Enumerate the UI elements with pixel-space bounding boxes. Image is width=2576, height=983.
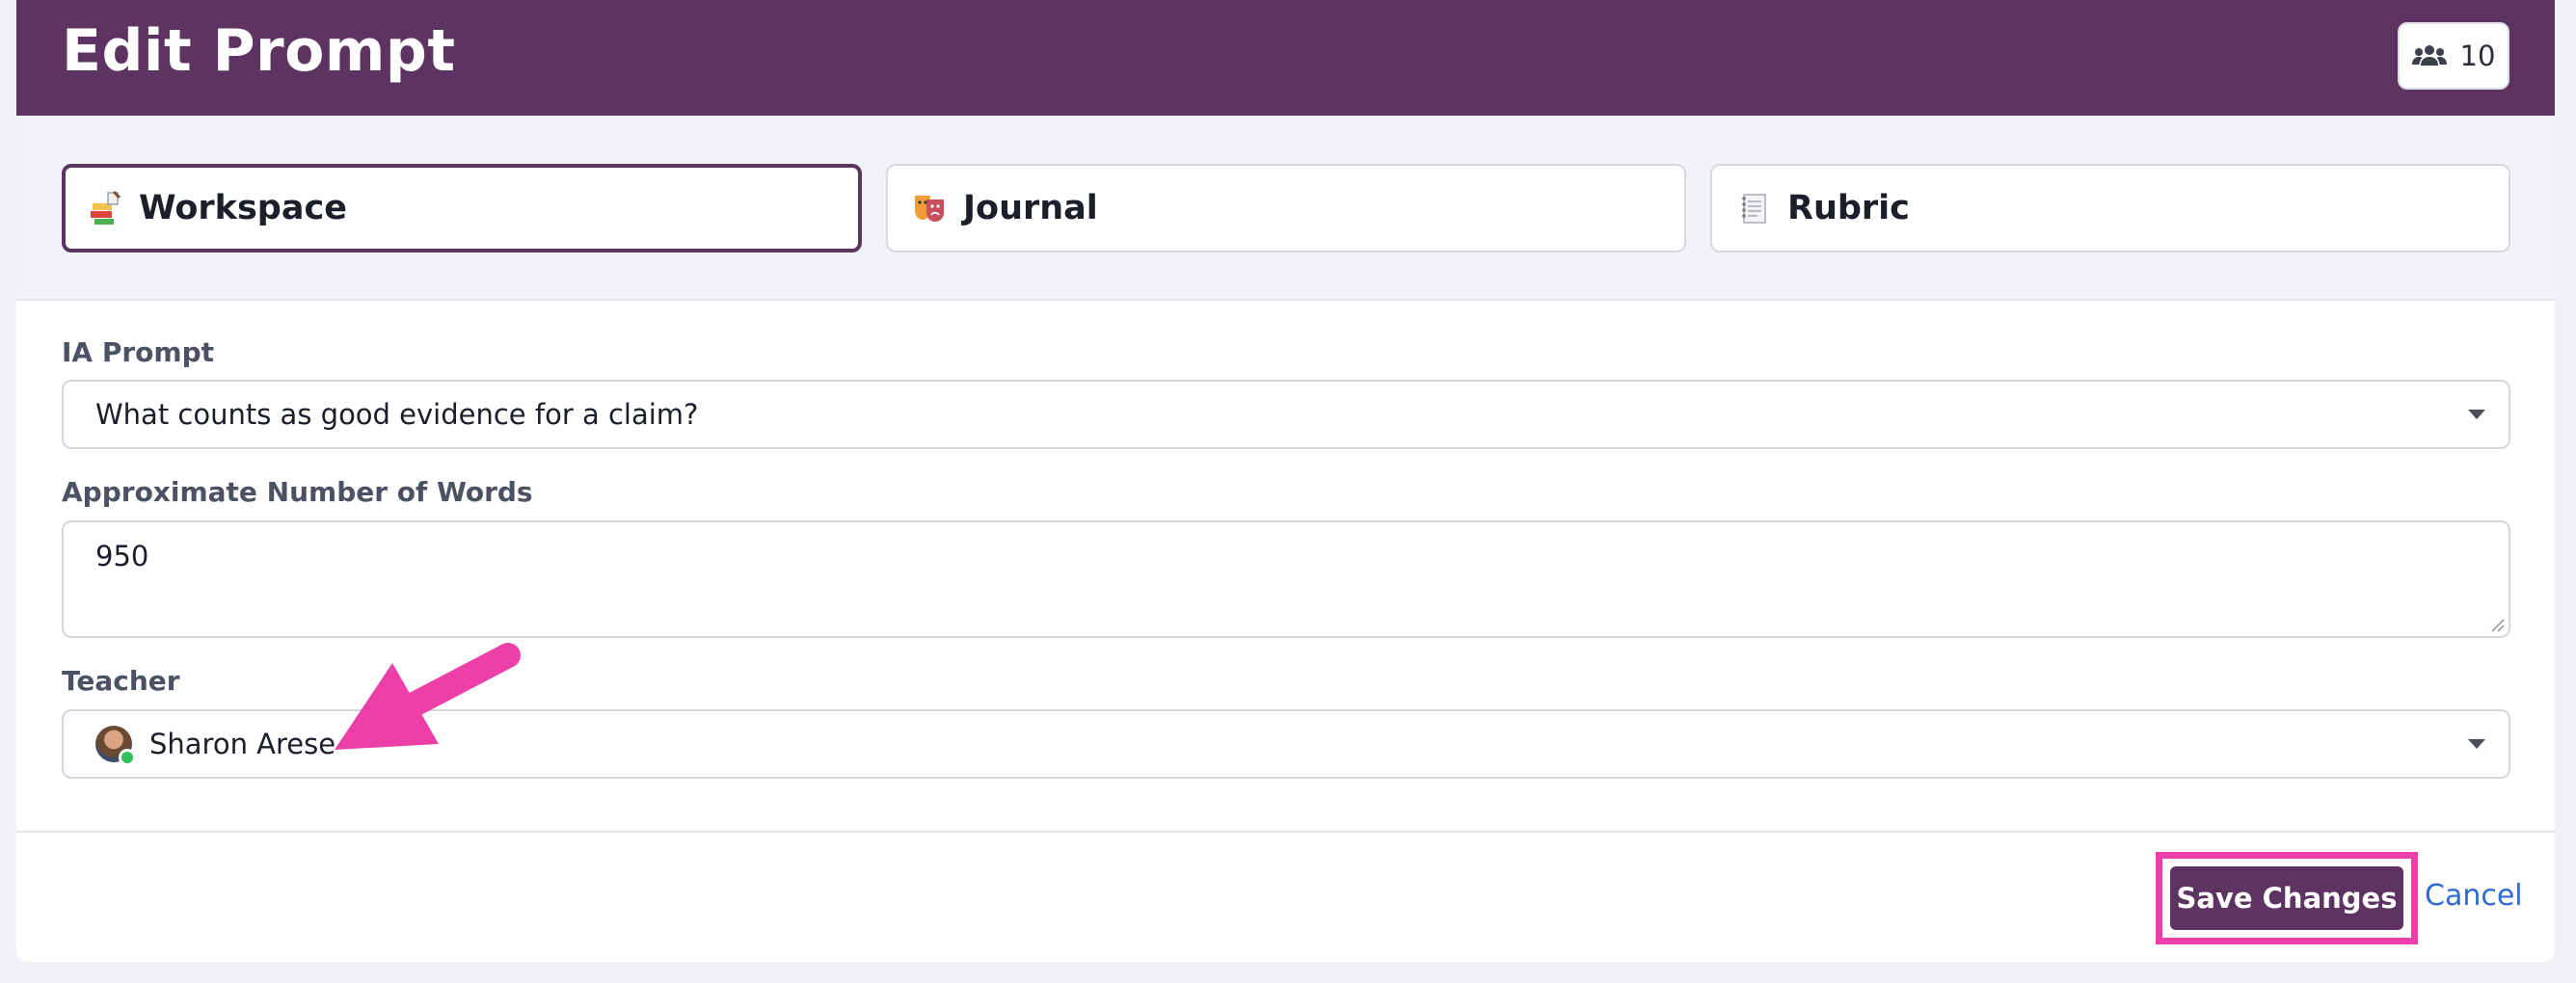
rubric-icon <box>1742 194 1766 224</box>
teacher-label: Teacher <box>62 665 180 697</box>
journal-icon <box>915 196 944 222</box>
tab-workspace[interactable]: Workspace <box>62 164 862 252</box>
ia-prompt-value: What counts as good evidence for a claim… <box>95 398 699 431</box>
teacher-name: Sharon Arese <box>149 728 336 760</box>
footer-divider <box>16 831 2555 833</box>
ia-prompt-select[interactable]: What counts as good evidence for a claim… <box>62 380 2510 449</box>
save-button[interactable]: Save Changes <box>2170 866 2403 930</box>
chevron-down-icon <box>2468 739 2485 749</box>
tab-label: Rubric <box>1787 189 1910 227</box>
resize-handle-icon[interactable] <box>2489 617 2505 632</box>
annotation-arrow-icon <box>335 643 521 750</box>
tab-rubric[interactable]: Rubric <box>1710 164 2510 252</box>
participants-button[interactable]: 10 <box>2398 22 2509 90</box>
participants-count: 10 <box>2459 40 2496 72</box>
edit-prompt-dialog: Edit Prompt 10 Workspace Journal Rubric … <box>16 0 2555 962</box>
ia-prompt-label: IA Prompt <box>62 336 215 368</box>
tab-journal[interactable]: Journal <box>886 164 1686 252</box>
word-count-textarea[interactable]: 950 <box>62 520 2510 638</box>
tab-label: Journal <box>963 189 1098 227</box>
users-icon <box>2411 45 2447 66</box>
page-title: Edit Prompt <box>62 17 456 85</box>
avatar <box>95 726 136 766</box>
workspace-icon <box>91 190 121 225</box>
cancel-link[interactable]: Cancel <box>2425 879 2523 913</box>
tab-bar: Workspace Journal Rubric <box>16 116 2555 301</box>
online-status-icon <box>119 749 136 766</box>
word-count-label: Approximate Number of Words <box>62 476 533 508</box>
dialog-header: Edit Prompt 10 <box>16 0 2555 116</box>
word-count-value: 950 <box>95 540 149 572</box>
tab-label: Workspace <box>139 189 347 227</box>
chevron-down-icon <box>2468 410 2485 419</box>
